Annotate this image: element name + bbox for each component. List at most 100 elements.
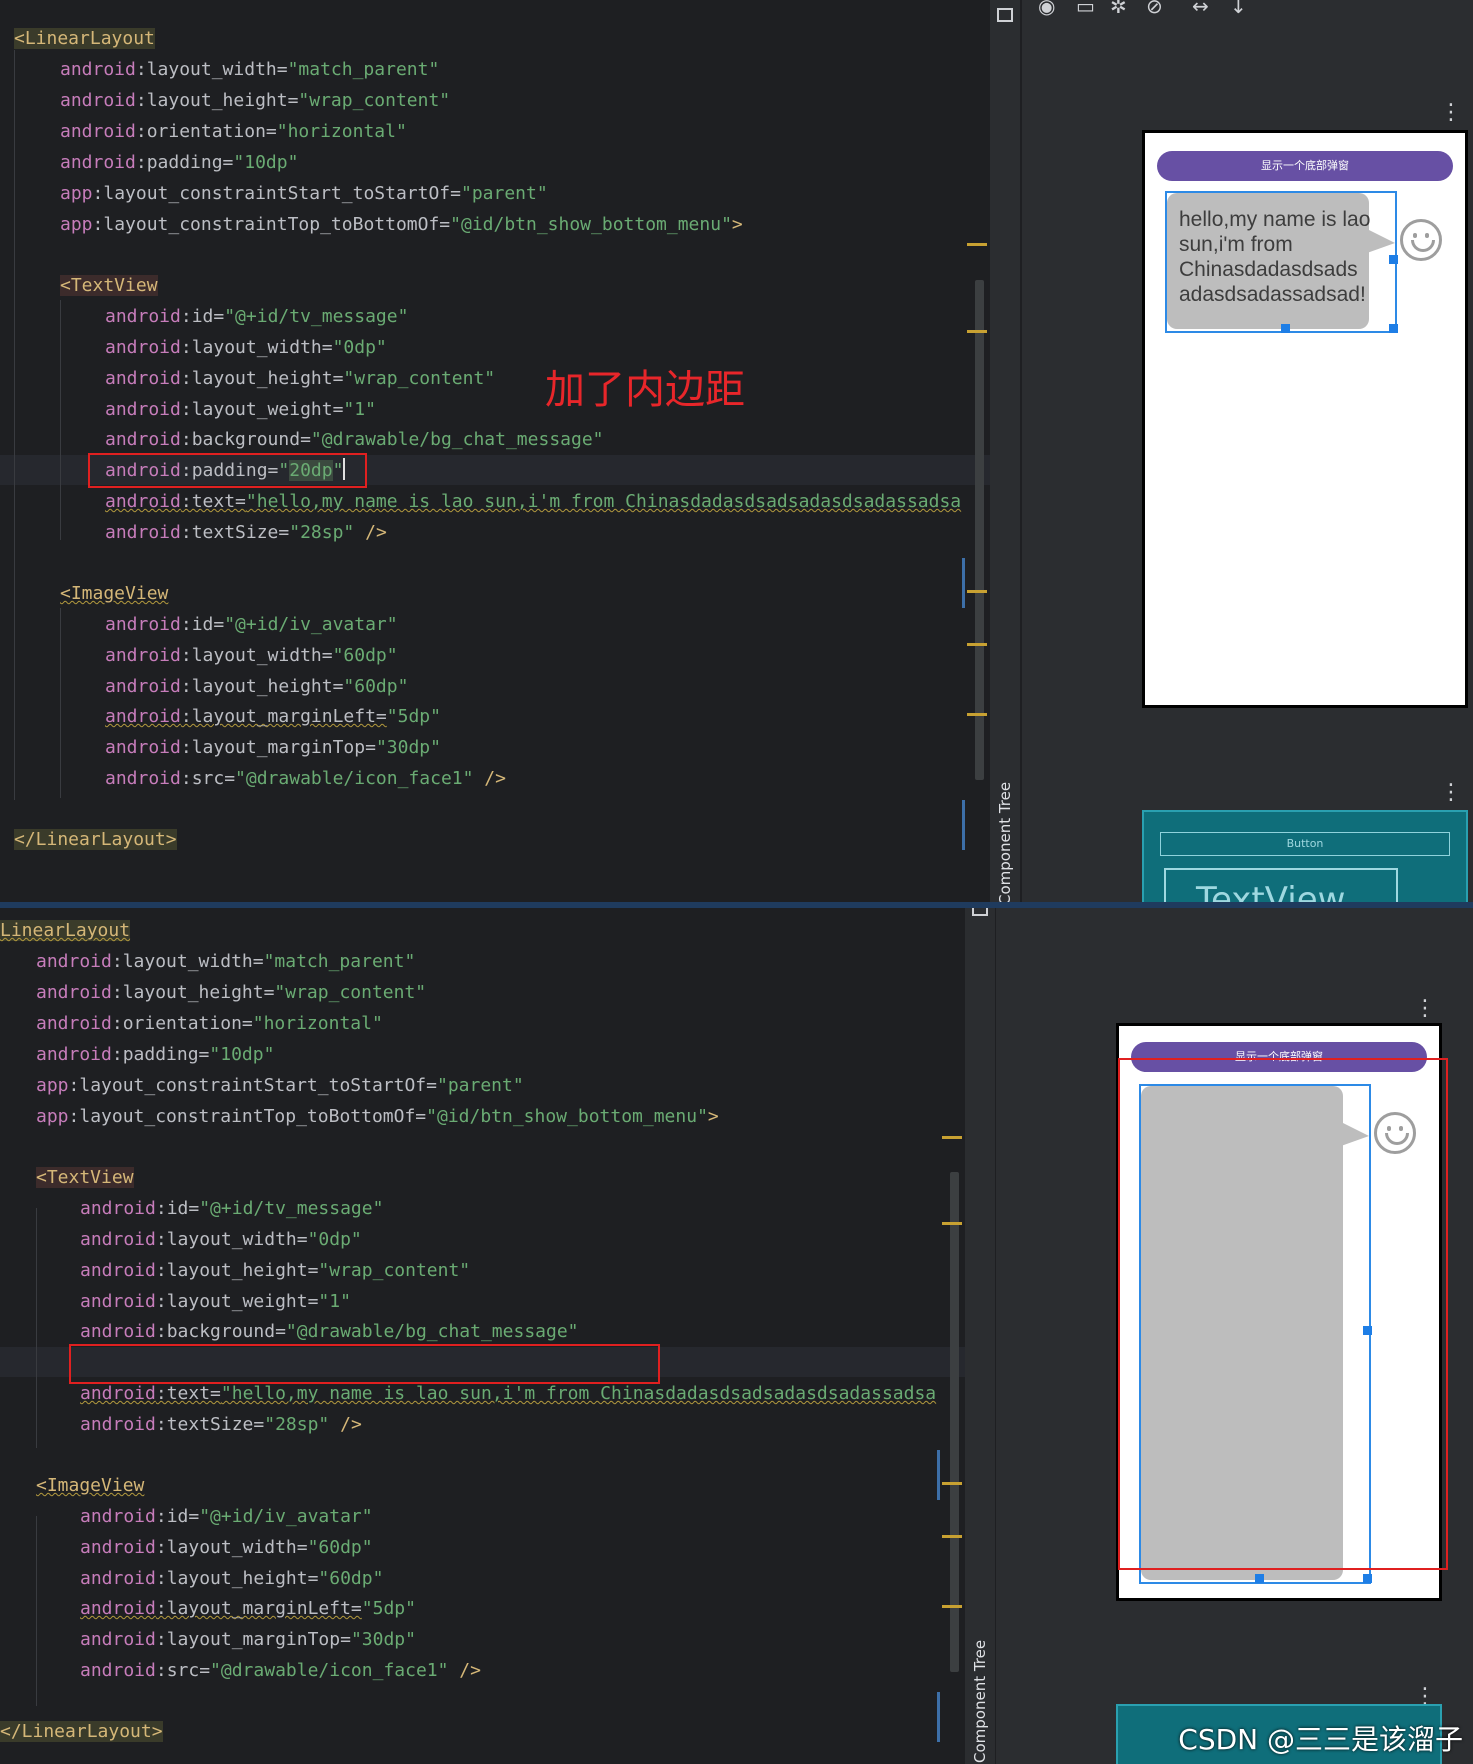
change-marker: [937, 1692, 940, 1742]
resize-handle[interactable]: [1363, 1574, 1372, 1583]
change-marker: [937, 1450, 940, 1500]
code-line: android:textSize="28sp" />: [105, 522, 387, 543]
code-line: android:layout_height="wrap_content": [105, 368, 496, 389]
code-line: android:background="@drawable/bg_chat_me…: [105, 429, 604, 450]
code-line-linearlayout-close: </LinearLayout>: [0, 1721, 163, 1742]
watermark: CSDN @三三是该溜子: [1178, 1723, 1463, 1756]
annotation-label: 加了内边距: [545, 367, 745, 413]
eye-icon[interactable]: ◉: [1038, 0, 1055, 18]
resize-handle[interactable]: [1255, 1574, 1264, 1583]
code-line: android:id="@+id/tv_message": [105, 306, 409, 327]
code-editor-top[interactable]: <LinearLayout android:layout_width="matc…: [0, 0, 990, 902]
warning-marker[interactable]: [967, 713, 987, 716]
smiley-eye: [1425, 233, 1429, 238]
change-marker: [962, 558, 965, 608]
code-line: android:src="@drawable/icon_face1" />: [105, 768, 506, 789]
smiley-eye: [1413, 233, 1417, 238]
code-line: android:layout_width="60dp": [80, 1537, 373, 1558]
selection-box[interactable]: [1165, 191, 1397, 333]
code-line: app:layout_constraintTop_toBottomOf="@id…: [60, 214, 743, 235]
code-line: android:textSize="28sp" />: [80, 1414, 362, 1435]
warning-marker[interactable]: [942, 1482, 962, 1485]
warning-marker[interactable]: [942, 1222, 962, 1225]
indent-guide: [36, 1516, 37, 1706]
component-tree-tab[interactable]: Component Tree: [996, 782, 1014, 902]
top-screenshot-pane: <LinearLayout android:layout_width="matc…: [0, 0, 1473, 902]
warning-marker[interactable]: [942, 1605, 962, 1608]
code-line: android:layout_width="0dp": [105, 337, 387, 358]
resize-handle[interactable]: [1281, 324, 1290, 333]
code-line: android:layout_height="60dp": [80, 1568, 384, 1589]
code-line: app:layout_constraintStart_toStartOf="pa…: [60, 183, 548, 204]
resize-handle[interactable]: [1389, 324, 1398, 333]
code-line: app:layout_constraintStart_toStartOf="pa…: [36, 1075, 524, 1096]
code-line: android:padding="10dp": [60, 152, 299, 173]
scrollbar-thumb[interactable]: [975, 280, 984, 780]
code-line: android:layout_height="wrap_content": [36, 982, 427, 1003]
code-line-imageview-open: <ImageView: [60, 583, 169, 604]
palette-icon[interactable]: [972, 908, 988, 916]
show-bottom-dialog-button[interactable]: 显示一个底部弹窗: [1157, 151, 1453, 181]
code-line-imageview-open: <ImageView: [36, 1475, 145, 1496]
side-tool-strip: Component Tree: [965, 908, 995, 1764]
blueprint-textview: TextView: [1164, 868, 1398, 902]
warning-marker[interactable]: [967, 243, 987, 246]
code-line: android:text="hello,my name is lao sun,i…: [105, 491, 962, 512]
code-line: android:id="@+id/tv_message": [80, 1198, 384, 1219]
magic-wand-icon[interactable]: ✲: [1110, 0, 1127, 18]
palette-icon[interactable]: [997, 8, 1013, 22]
code-line: android:id="@+id/iv_avatar": [80, 1506, 373, 1527]
warning-marker[interactable]: [967, 643, 987, 646]
component-tree-tab[interactable]: Component Tree: [971, 1640, 989, 1763]
side-tool-strip: Component Tree: [990, 0, 1020, 902]
code-line-textview-open: <TextView: [36, 1167, 134, 1188]
code-line: android:src="@drawable/icon_face1" />: [80, 1660, 481, 1681]
padding-highlight-box: [88, 453, 367, 488]
blueprint-view[interactable]: Button TextView: [1142, 810, 1468, 902]
removed-padding-box: [69, 1344, 660, 1384]
resize-handle[interactable]: [1389, 255, 1398, 264]
more-vertical-icon[interactable]: ⋮: [1440, 782, 1462, 804]
scrollbar-thumb[interactable]: [950, 1172, 959, 1672]
error-icon[interactable]: ⊘: [1146, 0, 1163, 18]
bottom-screenshot-pane: LinearLayout android:layout_width="match…: [0, 908, 1473, 1764]
layout-preview-top[interactable]: ◉ ▭ ✲ ⊘ ↔ ↓ ⋮ 显示一个底部弹窗 hello,my name is …: [1022, 0, 1473, 902]
code-editor-bottom[interactable]: LinearLayout android:layout_width="match…: [0, 908, 965, 1764]
code-line: android:layout_marginTop="30dp": [105, 737, 441, 758]
code-line: android:padding="10dp": [36, 1044, 275, 1065]
indent-guide: [36, 1208, 37, 1448]
preview-highlight-box: [1118, 1058, 1448, 1570]
vertical-arrow-icon[interactable]: ↓: [1230, 0, 1247, 18]
code-line: android:layout_height="60dp": [105, 676, 409, 697]
code-line: android:layout_width="match_parent": [60, 59, 440, 80]
code-line: android:layout_weight="1": [80, 1291, 351, 1312]
change-marker: [962, 800, 965, 850]
code-line: app:layout_constraintTop_toBottomOf="@id…: [36, 1106, 719, 1127]
code-line: android:layout_width="match_parent": [36, 951, 416, 972]
code-line: android:orientation="horizontal": [36, 1013, 383, 1034]
warning-marker[interactable]: [967, 590, 987, 593]
layout-preview-bottom[interactable]: ⋮ 显示一个底部弹窗 ⋮: [996, 908, 1473, 1764]
smiley-mouth: [1411, 240, 1435, 252]
horizontal-resize-icon[interactable]: ↔: [1192, 0, 1209, 18]
smiley-face-icon: [1400, 219, 1442, 261]
more-vertical-icon[interactable]: ⋮: [1414, 998, 1436, 1020]
code-line: android:layout_marginLeft="5dp": [105, 706, 441, 727]
warning-marker[interactable]: [942, 1136, 962, 1139]
more-vertical-icon[interactable]: ⋮: [1440, 102, 1462, 124]
warning-marker[interactable]: [942, 1535, 962, 1538]
code-line: android:layout_height="wrap_content": [80, 1260, 471, 1281]
code-line-linearlayout-open: <LinearLayout: [14, 28, 155, 49]
layout-icon[interactable]: ▭: [1076, 0, 1095, 18]
code-line: android:layout_marginTop="30dp": [80, 1629, 416, 1650]
indent-guide: [60, 608, 61, 798]
code-line-linearlayout-open: LinearLayout: [0, 920, 131, 941]
code-line: android:layout_weight="1": [105, 399, 376, 420]
code-line: android:layout_height="wrap_content": [60, 90, 451, 111]
code-line-linearlayout-close: </LinearLayout>: [14, 829, 177, 850]
device-screen[interactable]: 显示一个底部弹窗 hello,my name is lao sun,i'm fr…: [1142, 130, 1468, 708]
code-line: android:orientation="horizontal": [60, 121, 407, 142]
code-line: android:layout_width="0dp": [80, 1229, 362, 1250]
warning-marker[interactable]: [967, 330, 987, 333]
indent-guide: [14, 50, 15, 800]
